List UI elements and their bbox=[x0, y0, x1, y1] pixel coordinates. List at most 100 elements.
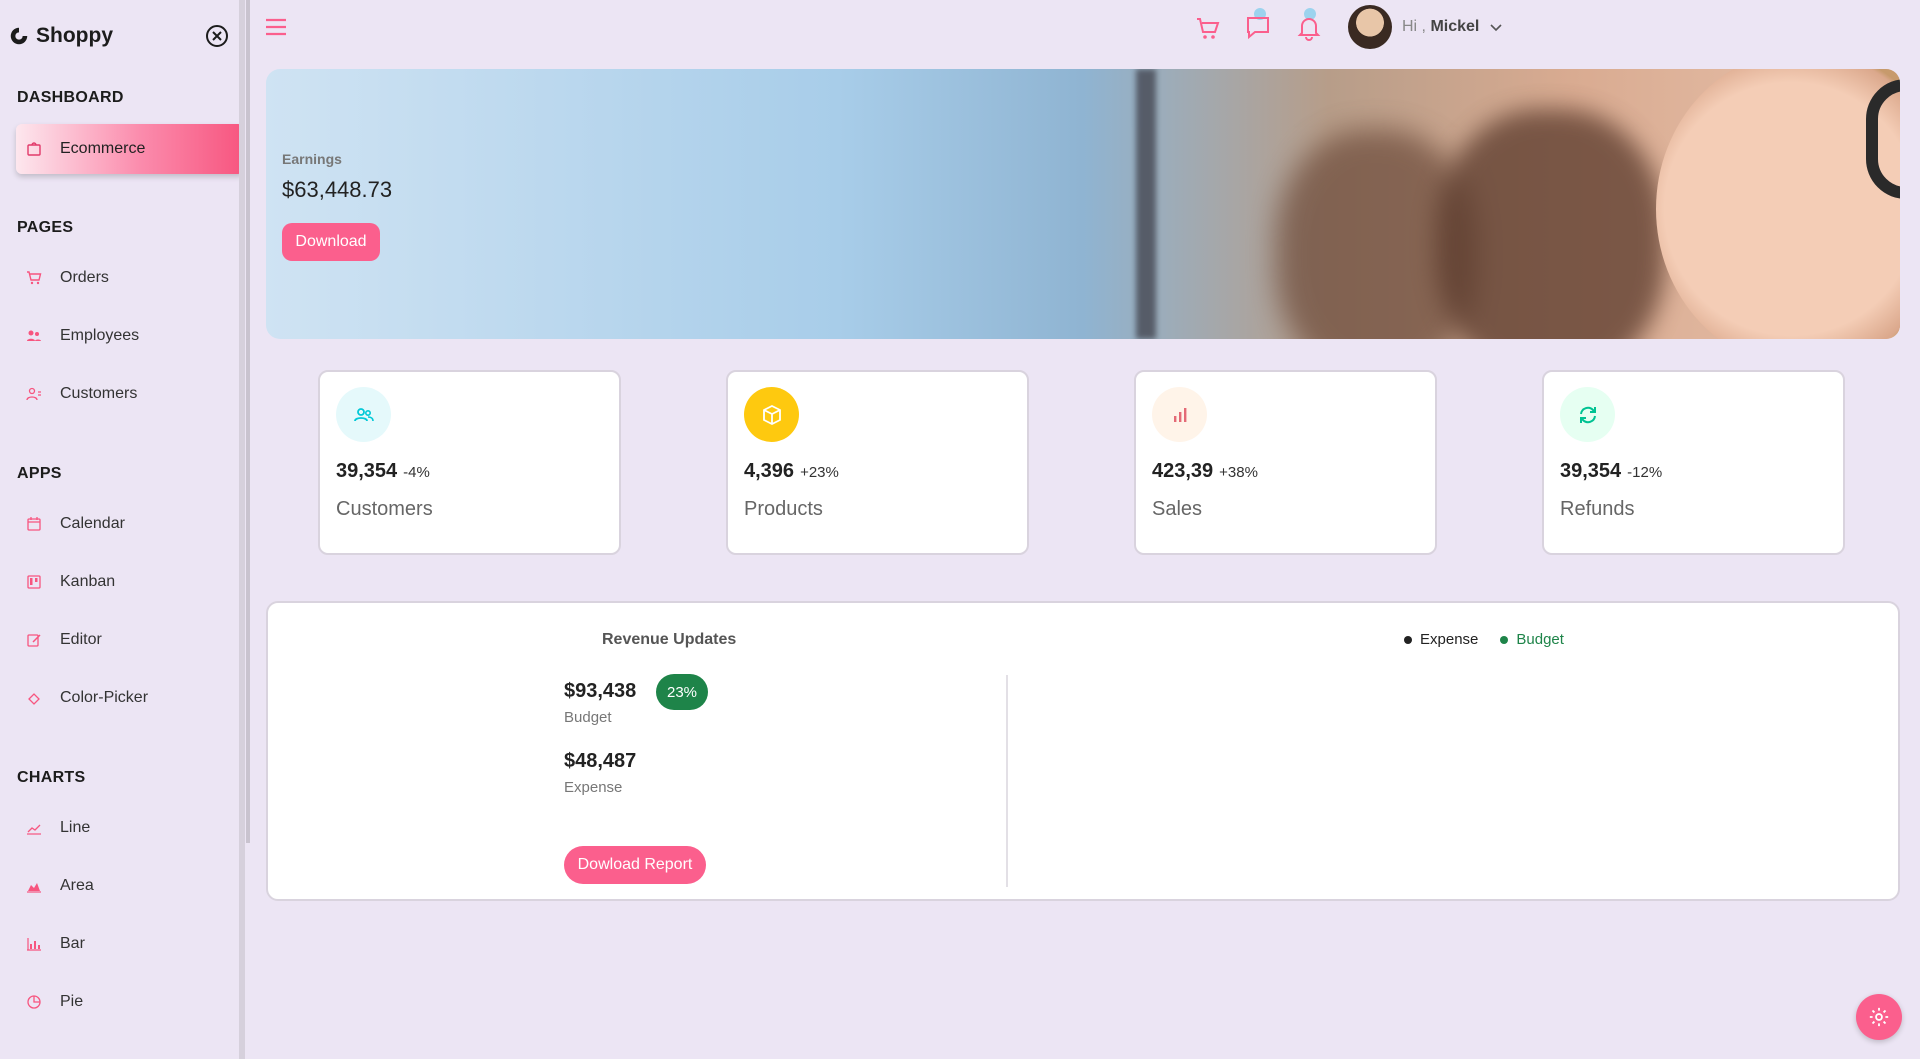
revenue-updates-panel: Revenue Updates Expense Budget $93,438 2… bbox=[266, 601, 1900, 901]
sidebar-item-bar[interactable]: Bar bbox=[16, 919, 239, 969]
legend-swatch bbox=[1404, 635, 1412, 644]
stat-card-customers: 39,354 -4% Customers bbox=[318, 370, 621, 555]
section-pages: PAGES bbox=[17, 219, 74, 236]
budget-label: Budget bbox=[564, 709, 612, 726]
stat-label: Refunds bbox=[1560, 498, 1635, 520]
stat-label: Products bbox=[744, 498, 823, 520]
gear-icon bbox=[1869, 1007, 1889, 1027]
stat-number: 39,354 bbox=[336, 460, 398, 482]
area-chart-icon bbox=[27, 883, 41, 893]
sidebar: Shoppy DASHBOARD Ecommerce PAGES Orders … bbox=[0, 0, 245, 1059]
sidebar-item-label: Pie bbox=[60, 993, 84, 1010]
refresh-icon[interactable] bbox=[1560, 387, 1615, 442]
legend-swatch bbox=[1500, 635, 1509, 644]
box-icon[interactable] bbox=[744, 387, 799, 442]
earnings-banner: Earnings $63,448.73 Download bbox=[266, 69, 1900, 339]
stat-value: 4,396 +23% bbox=[744, 460, 839, 483]
sidebar-item-customers[interactable]: Customers bbox=[16, 369, 239, 419]
legend-budget[interactable]: Budget bbox=[1500, 631, 1564, 648]
settings-button[interactable] bbox=[1856, 994, 1902, 1040]
greeting-text: Hi , bbox=[1402, 18, 1426, 35]
user-greeting: Hi , Mickel bbox=[1402, 18, 1479, 36]
people-icon bbox=[27, 330, 41, 341]
sidebar-scrollbar[interactable] bbox=[246, 0, 250, 843]
revenue-title: Revenue Updates bbox=[602, 631, 737, 648]
download-report-button[interactable]: Dowload Report bbox=[564, 846, 706, 884]
kanban-icon bbox=[27, 575, 41, 589]
sidebar-item-orders[interactable]: Orders bbox=[16, 253, 239, 303]
download-button[interactable]: Download bbox=[282, 223, 380, 261]
stat-number: 423,39 bbox=[1152, 460, 1214, 482]
bar-chart-icon[interactable] bbox=[1152, 387, 1207, 442]
legend-label: Budget bbox=[1516, 631, 1564, 648]
sidebar-item-label: Editor bbox=[60, 631, 102, 648]
line-chart-icon bbox=[27, 824, 41, 835]
background-decor bbox=[1436, 109, 1666, 339]
sidebar-item-employees[interactable]: Employees bbox=[16, 311, 239, 361]
sidebar-item-editor[interactable]: Editor bbox=[16, 615, 239, 665]
budget-badge: 23% bbox=[656, 674, 708, 710]
sidebar-item-pie[interactable]: Pie bbox=[16, 977, 239, 1027]
brand[interactable]: Shoppy bbox=[8, 24, 113, 48]
user-menu[interactable]: Hi , Mickel bbox=[1348, 5, 1503, 49]
stat-label: Customers bbox=[336, 498, 433, 520]
sidebar-item-calendar[interactable]: Calendar bbox=[16, 499, 239, 549]
sidebar-item-line[interactable]: Line bbox=[16, 803, 239, 853]
section-charts: CHARTS bbox=[17, 769, 86, 786]
stat-value: 39,354 -4% bbox=[336, 460, 430, 483]
sidebar-item-label: Orders bbox=[60, 269, 109, 286]
bar-chart-icon bbox=[27, 938, 41, 951]
earnings-value: $63,448.73 bbox=[282, 177, 393, 202]
paint-bucket-icon bbox=[28, 693, 40, 705]
stat-label: Sales bbox=[1152, 498, 1203, 520]
sidebar-item-label: Bar bbox=[60, 935, 85, 952]
calendar-icon bbox=[27, 517, 41, 531]
expense-amount: $48,487 bbox=[564, 750, 637, 772]
sidebar-item-label: Ecommerce bbox=[60, 140, 146, 157]
legend-label: Expense bbox=[1420, 631, 1479, 648]
bell-icon[interactable] bbox=[1295, 14, 1323, 42]
sidebar-item-color-picker[interactable]: Color-Picker bbox=[16, 673, 239, 723]
sidebar-item-label: Employees bbox=[60, 327, 140, 344]
pie-chart-icon bbox=[27, 995, 41, 1009]
cart-icon[interactable] bbox=[1194, 14, 1222, 42]
stat-number: 4,396 bbox=[744, 460, 795, 482]
stat-change: +23% bbox=[800, 464, 839, 481]
users-icon[interactable] bbox=[336, 387, 391, 442]
expense-label: Expense bbox=[564, 779, 623, 796]
stat-card-products: 4,396 +23% Products bbox=[726, 370, 1029, 555]
chat-icon[interactable] bbox=[1244, 14, 1272, 42]
logo-icon bbox=[10, 27, 28, 45]
chart-legend: Expense Budget bbox=[1404, 631, 1564, 648]
stat-change: +38% bbox=[1219, 464, 1258, 481]
menu-icon[interactable] bbox=[264, 16, 288, 38]
user-name: Mickel bbox=[1430, 18, 1480, 35]
stat-value: 39,354 -12% bbox=[1560, 460, 1662, 483]
sidebar-item-kanban[interactable]: Kanban bbox=[16, 557, 239, 607]
section-dashboard: DASHBOARD bbox=[17, 89, 124, 106]
legend-expense[interactable]: Expense bbox=[1404, 631, 1478, 648]
sidebar-item-label: Area bbox=[60, 877, 94, 894]
sidebar-item-label: Customers bbox=[60, 385, 138, 402]
chevron-down-icon bbox=[1490, 24, 1502, 32]
sidebar-item-label: Color-Picker bbox=[60, 689, 149, 706]
stat-card-refunds: 39,354 -12% Refunds bbox=[1542, 370, 1845, 555]
brand-name: Shoppy bbox=[36, 24, 113, 47]
sidebar-item-area[interactable]: Area bbox=[16, 861, 239, 911]
avatar bbox=[1348, 5, 1392, 49]
stat-change: -12% bbox=[1627, 464, 1663, 481]
sidebar-item-label: Line bbox=[60, 819, 91, 836]
divider bbox=[1006, 675, 1008, 887]
sidebar-item-label: Kanban bbox=[60, 573, 116, 590]
shopping-bag-icon bbox=[27, 142, 41, 156]
section-apps: APPS bbox=[17, 465, 62, 482]
budget-amount: $93,438 bbox=[564, 680, 637, 702]
stat-number: 39,354 bbox=[1560, 460, 1622, 482]
close-sidebar-icon[interactable] bbox=[205, 24, 229, 48]
stat-change: -4% bbox=[403, 464, 430, 481]
cart-icon bbox=[27, 271, 42, 285]
stat-value: 423,39 +38% bbox=[1152, 460, 1258, 483]
stat-card-sales: 423,39 +38% Sales bbox=[1134, 370, 1437, 555]
sidebar-item-ecommerce[interactable]: Ecommerce bbox=[16, 124, 239, 174]
contacts-icon bbox=[26, 387, 41, 401]
